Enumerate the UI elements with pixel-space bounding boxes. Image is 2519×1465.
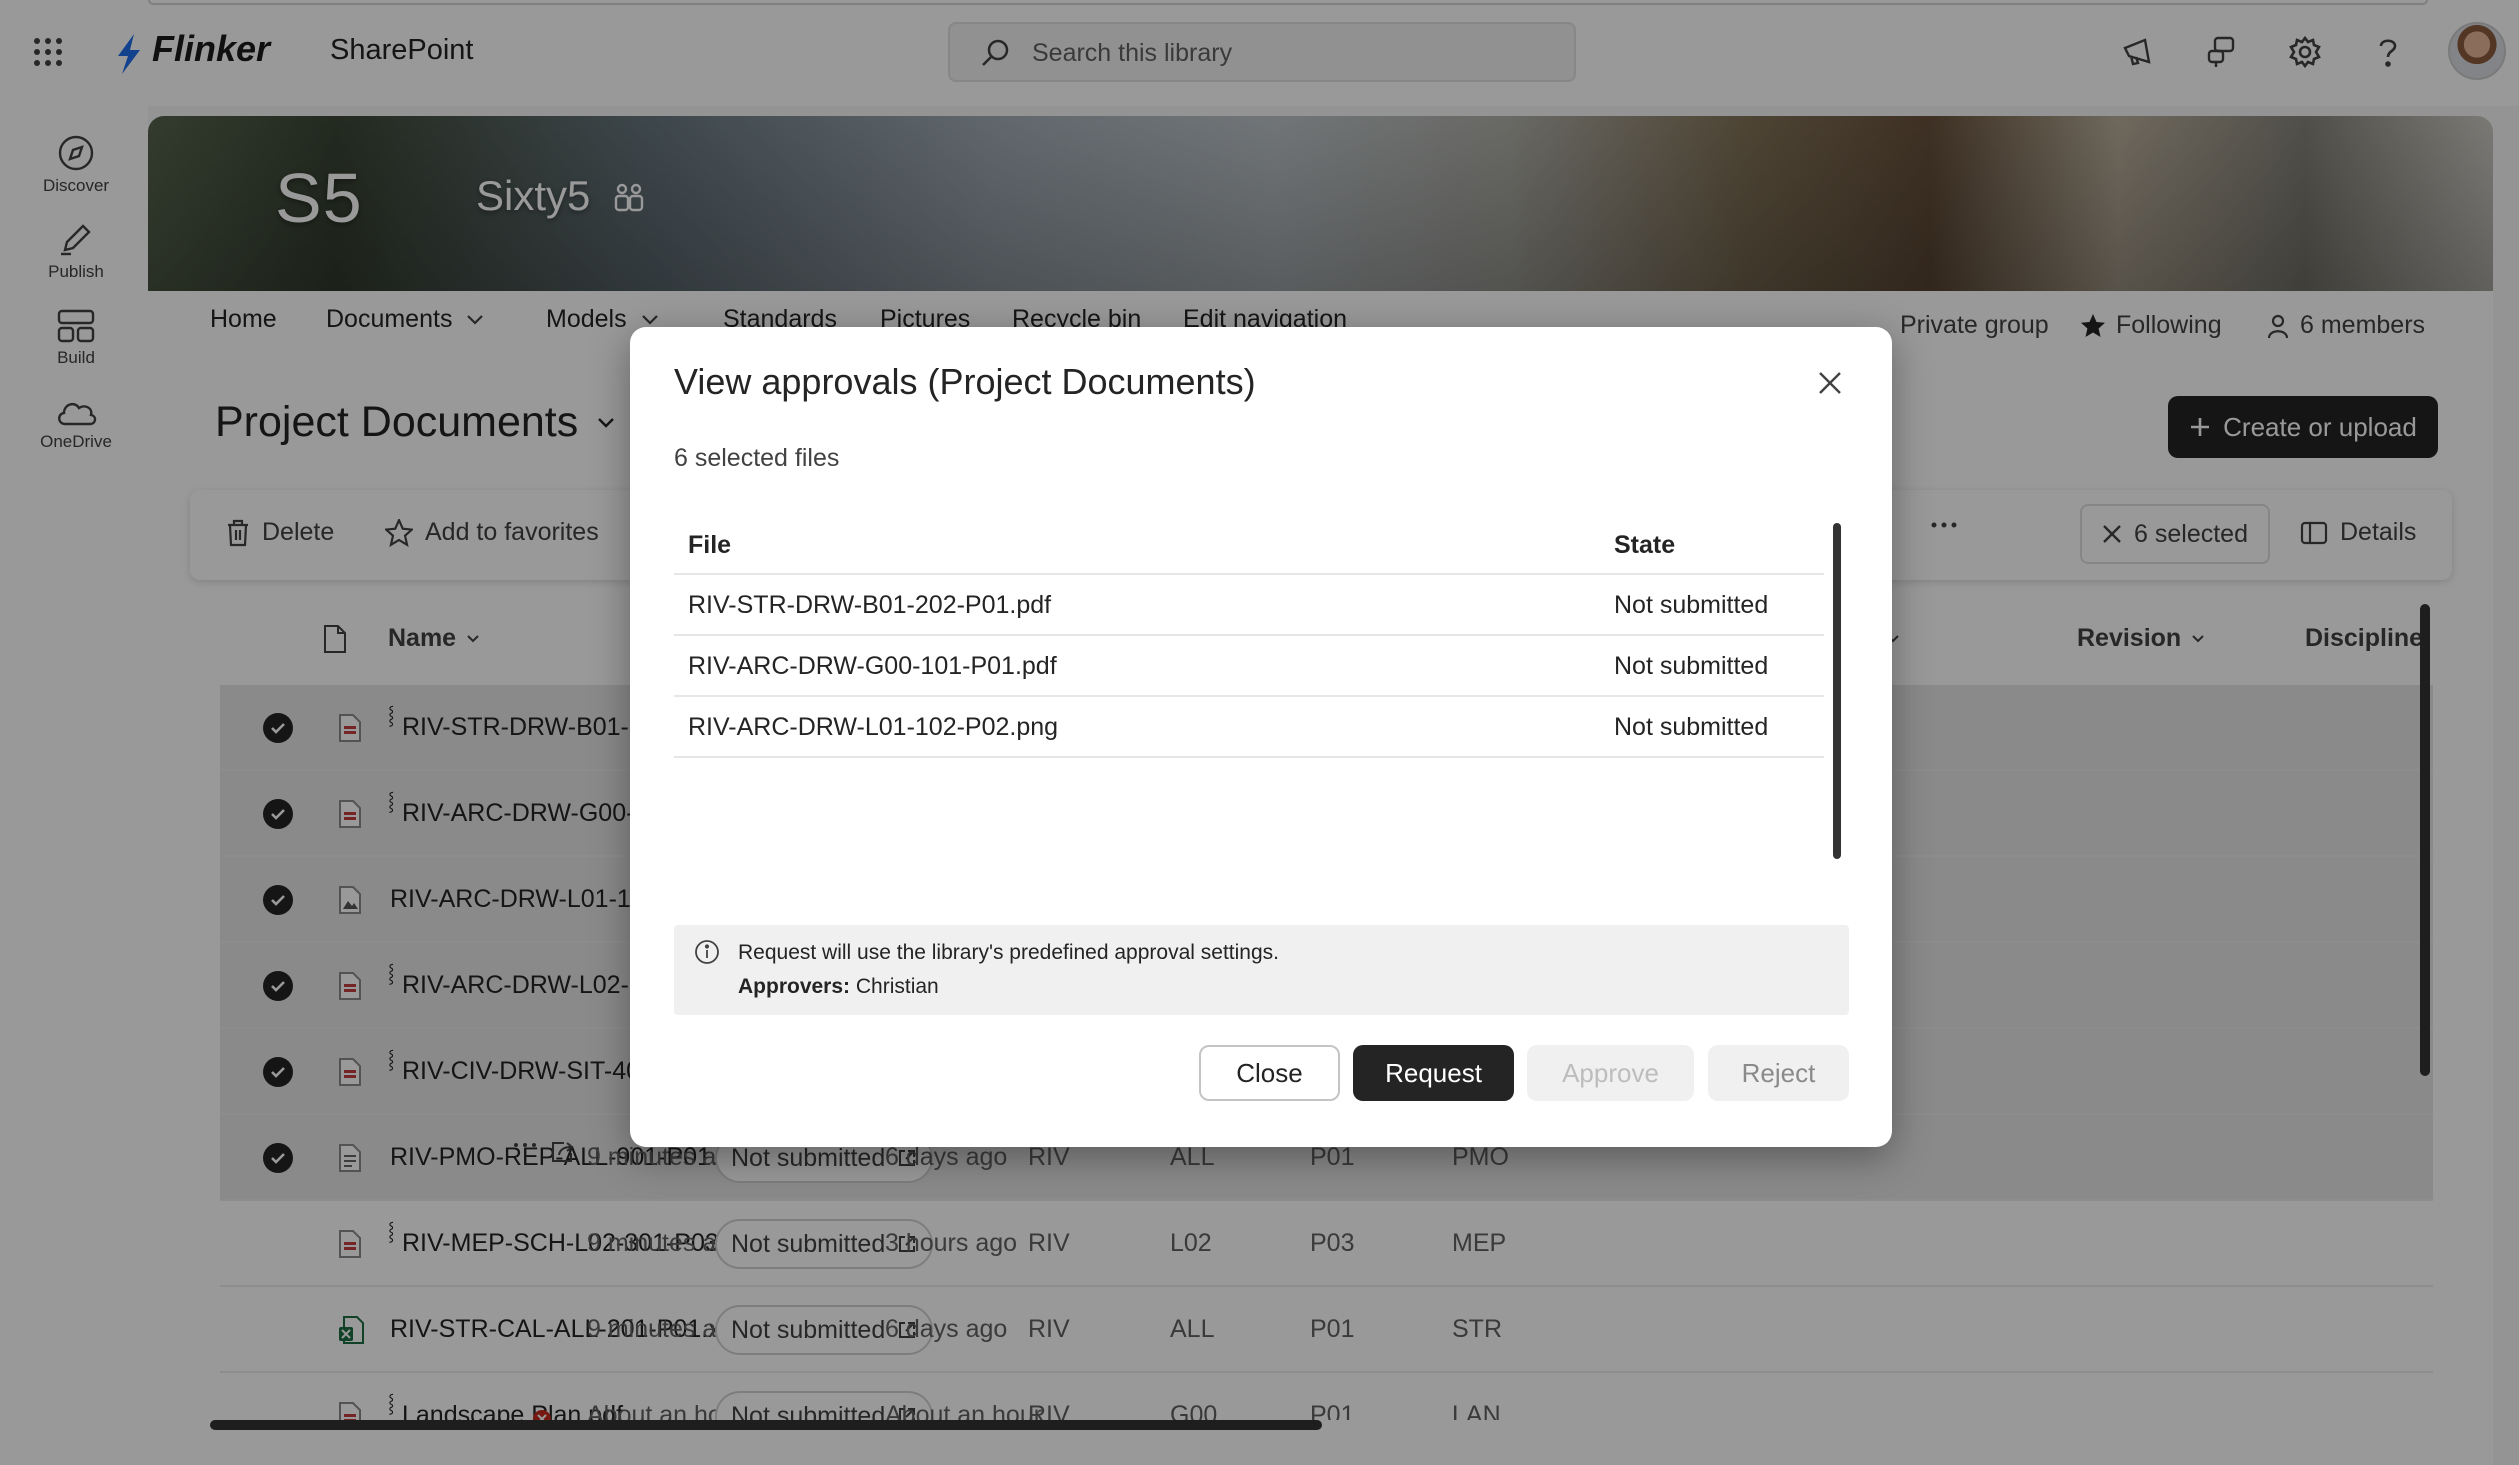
approvals-table: File State RIV-STR-DRW-B01-202-P01.pdf No… [674, 517, 1849, 769]
approval-state: Not submitted [1614, 713, 1769, 741]
approval-file-name: RIV-ARC-DRW-G00-101-P01.pdf [688, 652, 1057, 680]
approval-state: Not submitted [1614, 591, 1769, 619]
approval-state: Not submitted [1614, 652, 1769, 680]
table-header-state: State [1614, 531, 1676, 559]
info-icon [694, 939, 720, 965]
info-text: Request will use the library's predefine… [738, 941, 1279, 964]
reject-button[interactable]: Reject [1708, 1045, 1849, 1101]
info-message: Request will use the library's predefine… [674, 925, 1849, 1015]
approval-row: RIV-ARC-DRW-L02-103-P02.pdfNot submitted [674, 756, 1824, 769]
dialog-close-icon[interactable] [1812, 365, 1848, 401]
sharepoint-app: Flinker SharePoint Search this library D [0, 0, 2519, 1465]
dialog-title: View approvals (Project Documents) [674, 361, 1256, 402]
view-approvals-dialog: View approvals (Project Documents) 6 sel… [630, 327, 1892, 1147]
dialog-subtitle: 6 selected files [674, 444, 840, 472]
close-button[interactable]: Close [1199, 1045, 1340, 1101]
approvers-line: Approvers: Christian [738, 975, 939, 999]
approval-row: RIV-STR-DRW-B01-202-P01.pdf Not submitted [674, 573, 1824, 634]
dialog-scrollbar[interactable] [1833, 523, 1841, 859]
approval-row: RIV-ARC-DRW-G00-101-P01.pdf Not submitted [674, 634, 1824, 695]
request-button[interactable]: Request [1353, 1045, 1514, 1101]
approval-row: RIV-ARC-DRW-L01-102-P02.png Not submitted [674, 695, 1824, 756]
approval-file-name: RIV-ARC-DRW-L01-102-P02.png [688, 713, 1059, 741]
approve-button[interactable]: Approve [1527, 1045, 1694, 1101]
table-header-file: File [688, 531, 732, 559]
approval-file-name: RIV-STR-DRW-B01-202-P01.pdf [688, 591, 1052, 619]
approvers-value: Christian [855, 975, 939, 998]
approvers-label: Approvers: [738, 975, 851, 998]
